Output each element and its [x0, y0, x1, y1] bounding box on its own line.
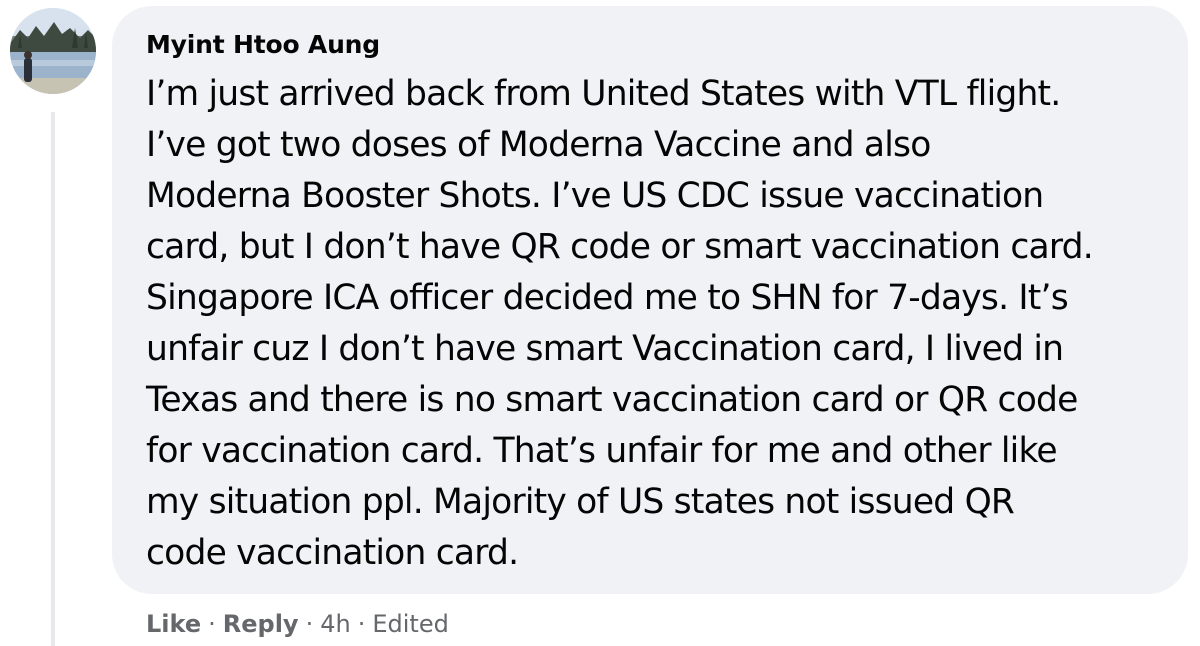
separator-dot: ·	[305, 610, 314, 638]
comment-text-line: Singapore ICA officer decided me to SHN …	[146, 278, 1069, 318]
comment-actions: Like · Reply · 4h · Edited	[146, 604, 449, 644]
comment-text-line: I’m just arrived back from United States…	[146, 74, 1061, 114]
comment-text-line: for vaccination card. That’s unfair for …	[146, 431, 1058, 471]
edited-label[interactable]: Edited	[372, 610, 448, 638]
comment-timestamp[interactable]: 4h	[320, 610, 350, 638]
comment-text-line: Moderna Booster Shots. I’ve US CDC issue…	[146, 176, 1044, 216]
like-button[interactable]: Like	[146, 610, 201, 638]
comment-text-line: my situation ppl. Majority of US states …	[146, 482, 1015, 522]
separator-dot: ·	[357, 610, 366, 638]
comment-text-line: I’ve got two doses of Moderna Vaccine an…	[146, 125, 931, 165]
comment-body: I’m just arrived back from United States…	[146, 69, 1156, 579]
avatar-photo	[10, 8, 96, 94]
separator-dot: ·	[208, 610, 216, 638]
thread-line	[51, 112, 55, 646]
comment-author[interactable]: Myint Htoo Aung	[146, 30, 380, 59]
comment-text-line: Texas and there is no smart vaccination …	[146, 380, 1078, 420]
comment-text-line: card, but I don’t have QR code or smart …	[146, 227, 1094, 267]
comment-text-line: unfair cuz I don’t have smart Vaccinatio…	[146, 329, 1064, 369]
comment-thread: Myint Htoo Aung I’m just arrived back fr…	[0, 0, 1200, 646]
reply-button[interactable]: Reply	[223, 610, 299, 638]
comment-text-line: code vaccination card.	[146, 533, 519, 573]
avatar[interactable]	[10, 8, 96, 94]
